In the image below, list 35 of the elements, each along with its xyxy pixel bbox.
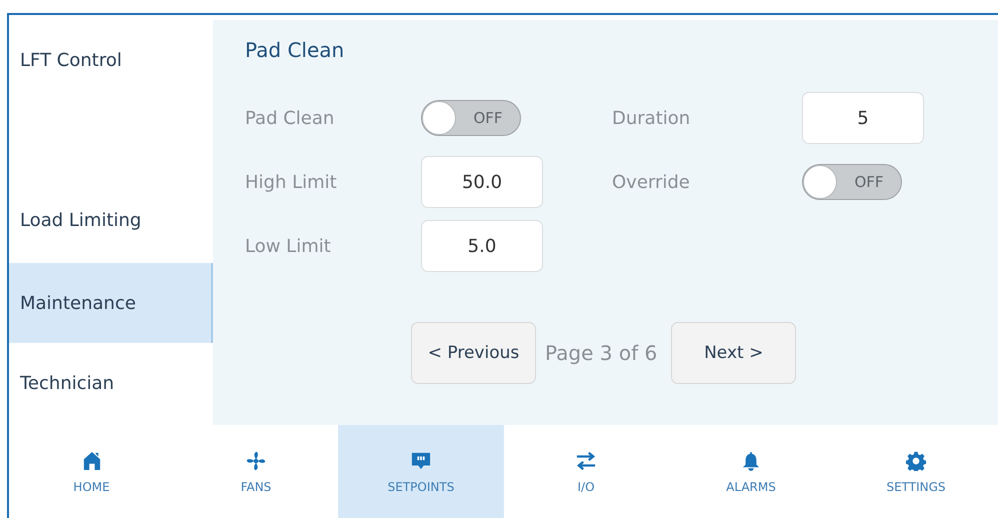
field-label: Override (612, 172, 691, 192)
input-field[interactable]: 5 (802, 92, 924, 144)
settings-icon (906, 450, 926, 472)
sidebar-item[interactable]: LFT Control (9, 20, 213, 100)
field-label: Low Limit (245, 236, 332, 256)
field-label: Duration (612, 108, 692, 128)
swap-arrows-icon (575, 450, 597, 472)
nav-tab[interactable]: FANS (173, 425, 339, 518)
nav-tab[interactable]: ALARMS (668, 425, 834, 518)
nav-label: I/O (577, 480, 595, 494)
previous-button[interactable]: < Previous (411, 322, 536, 384)
input-field[interactable]: 5.0 (421, 220, 543, 272)
page-indicator: Page 3 of 6 (544, 341, 658, 365)
field-label: High Limit (245, 172, 338, 192)
nav-label: HOME (73, 480, 110, 494)
field-label: Pad Clean (245, 108, 336, 128)
nav-label: SETPOINTS (388, 480, 454, 494)
sidebar-item[interactable]: Technician (9, 343, 213, 423)
sidebar-item[interactable]: Load Limiting (9, 180, 213, 260)
fan-icon (245, 450, 267, 472)
next-button[interactable]: Next > (671, 322, 796, 384)
nav-tab[interactable]: SETPOINTS (338, 425, 504, 518)
sidebar-item[interactable]: Maintenance (9, 263, 213, 343)
toggle-switch[interactable]: OFF (421, 100, 521, 136)
panel-title: Pad Clean (245, 38, 346, 64)
bell-icon (742, 450, 760, 472)
toggle-switch[interactable]: OFF (802, 164, 902, 200)
nav-tab[interactable]: HOME (9, 425, 174, 518)
nav-tab[interactable]: SETTINGS (833, 425, 998, 518)
nav-tab[interactable]: I/O (503, 425, 669, 518)
nav-label: SETTINGS (886, 480, 946, 494)
nav-label: FANS (240, 480, 272, 494)
home-icon (82, 450, 100, 472)
nav-label: ALARMS (726, 480, 776, 494)
input-field[interactable]: 50.0 (421, 156, 543, 208)
